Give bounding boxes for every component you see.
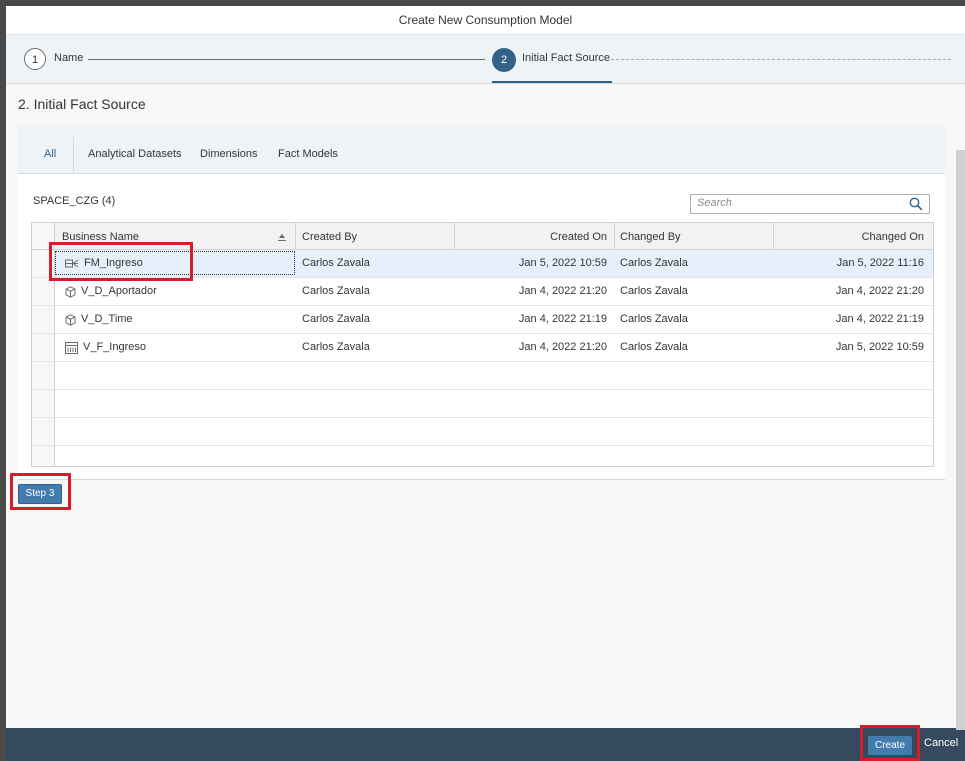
create-consumption-model-dialog: Create New Consumption Model 1 Name 2 In… — [6, 6, 965, 761]
created-by-cell: Carlos Zavala — [302, 313, 370, 325]
table-row[interactable]: FM_Ingreso Carlos Zavala Jan 5, 2022 10:… — [32, 250, 933, 278]
create-button[interactable]: Create — [868, 736, 912, 755]
search-field[interactable] — [690, 194, 930, 214]
table-row[interactable]: V_F_Ingreso Carlos Zavala Jan 4, 2022 21… — [32, 334, 933, 362]
table-row[interactable]: V_D_Aportador Carlos Zavala Jan 4, 2022 … — [32, 278, 933, 306]
changed-on-cell: Jan 5, 2022 10:59 — [835, 341, 924, 353]
column-divider[interactable] — [614, 223, 615, 249]
dialog-footer: Create Cancel — [6, 728, 965, 761]
changed-on-cell: Jan 4, 2022 21:20 — [835, 285, 924, 297]
column-header-created-on[interactable]: Created On — [455, 223, 607, 249]
page-scrollbar[interactable] — [956, 150, 965, 730]
row-selector — [32, 362, 55, 389]
dimension-icon — [65, 285, 76, 298]
changed-by-cell: Carlos Zavala — [620, 313, 688, 325]
business-name-text: V_F_Ingreso — [83, 341, 146, 353]
business-name-cell[interactable]: FM_Ingreso — [65, 250, 305, 277]
empty-table-row — [32, 390, 933, 418]
column-header-changed-on[interactable]: Changed On — [774, 223, 924, 249]
wizard-step-2[interactable]: 2 — [492, 48, 516, 72]
row-selector — [32, 390, 55, 417]
wizard-remaining-line — [611, 59, 951, 60]
table-row[interactable]: V_D_Time Carlos Zavala Jan 4, 2022 21:19… — [32, 306, 933, 334]
changed-on-cell: Jan 4, 2022 21:19 — [835, 313, 924, 325]
changed-on-cell: Jan 5, 2022 11:16 — [836, 257, 924, 269]
created-on-cell: Jan 4, 2022 21:20 — [518, 285, 607, 297]
fact-model-icon — [65, 259, 79, 267]
wizard-step-1[interactable]: 1 — [24, 48, 46, 70]
active-step-indicator — [492, 81, 612, 83]
cancel-button[interactable]: Cancel — [924, 737, 958, 749]
business-name-cell[interactable]: V_D_Aportador — [65, 278, 305, 305]
row-selector[interactable] — [32, 334, 55, 361]
source-type-tabs: All Analytical Datasets Dimensions Fact … — [18, 125, 945, 174]
empty-table-row — [32, 418, 933, 446]
tab-fact-models[interactable]: Fact Models — [278, 148, 338, 160]
space-label: SPACE_CZG (4) — [33, 195, 116, 207]
column-header-business-name[interactable]: Business Name — [62, 223, 302, 249]
tab-dimensions[interactable]: Dimensions — [200, 148, 257, 160]
business-name-text: V_D_Time — [81, 313, 133, 325]
wizard-progress-line — [88, 59, 485, 60]
business-name-text: FM_Ingreso — [84, 257, 143, 269]
tab-analytical-datasets[interactable]: Analytical Datasets — [88, 148, 182, 160]
changed-by-cell: Carlos Zavala — [620, 257, 688, 269]
tab-all[interactable]: All — [44, 148, 56, 160]
analytical-dataset-icon — [65, 341, 78, 354]
row-selector — [32, 418, 55, 445]
created-on-cell: Jan 4, 2022 21:19 — [518, 313, 607, 325]
row-selector[interactable] — [32, 250, 55, 277]
created-by-cell: Carlos Zavala — [302, 341, 370, 353]
sources-table: Business Name Created By Created On Chan… — [31, 222, 934, 467]
changed-by-cell: Carlos Zavala — [620, 341, 688, 353]
wizard-step-1-label[interactable]: Name — [54, 52, 83, 64]
selection-column-header — [32, 223, 55, 249]
tab-separator — [73, 137, 74, 173]
column-divider[interactable] — [295, 223, 296, 249]
column-header-created-by[interactable]: Created By — [301, 223, 460, 249]
wizard-progress: 1 Name 2 Initial Fact Source — [6, 35, 965, 84]
row-selector[interactable] — [32, 306, 55, 333]
empty-table-row — [32, 446, 933, 466]
changed-by-cell: Carlos Zavala — [620, 285, 688, 297]
fact-source-panel: All Analytical Datasets Dimensions Fact … — [18, 125, 945, 480]
wizard-step-2-label[interactable]: Initial Fact Source — [522, 52, 610, 64]
row-selector — [32, 446, 55, 466]
business-name-text: V_D_Aportador — [81, 285, 157, 297]
created-by-cell: Carlos Zavala — [302, 257, 370, 269]
search-input[interactable] — [691, 195, 907, 211]
dialog-title: Create New Consumption Model — [6, 6, 965, 35]
created-on-cell: Jan 5, 2022 10:59 — [518, 257, 607, 269]
step-3-button[interactable]: Step 3 — [18, 484, 62, 504]
created-on-cell: Jan 4, 2022 21:20 — [518, 341, 607, 353]
section-title: 2. Initial Fact Source — [18, 96, 146, 112]
table-header-row: Business Name Created By Created On Chan… — [32, 223, 933, 250]
search-icon[interactable] — [909, 197, 923, 211]
business-name-cell[interactable]: V_D_Time — [65, 306, 305, 333]
sort-ascending-icon[interactable] — [277, 232, 287, 242]
created-by-cell: Carlos Zavala — [302, 285, 370, 297]
column-header-changed-by[interactable]: Changed By — [620, 223, 770, 249]
row-selector[interactable] — [32, 278, 55, 305]
dimension-icon — [65, 313, 76, 326]
business-name-cell[interactable]: V_F_Ingreso — [65, 334, 305, 361]
empty-table-row — [32, 362, 933, 390]
